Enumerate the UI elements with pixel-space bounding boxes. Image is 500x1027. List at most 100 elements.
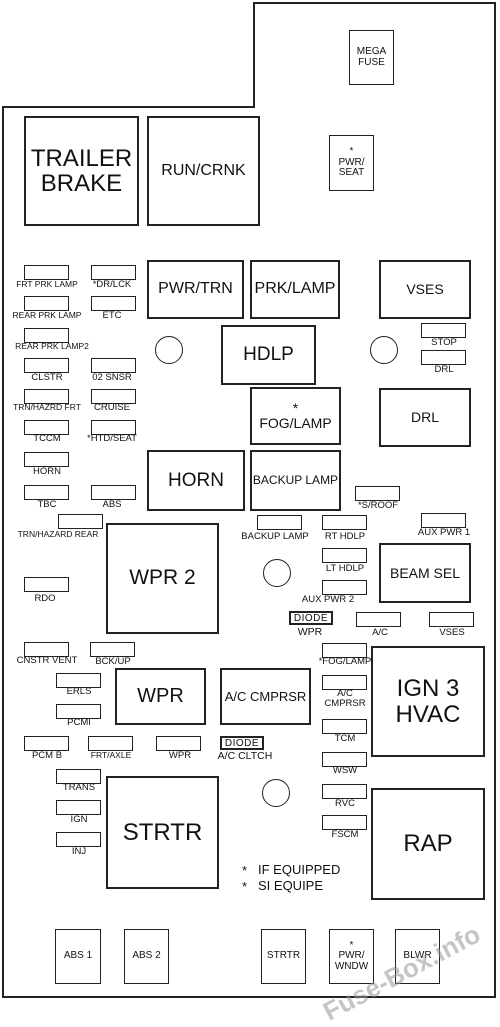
relay-ign3-hvac[interactable]: IGN 3 HVAC [371,646,485,757]
mini-fuse[interactable] [322,784,367,799]
mini-fuse-label: INJ [71,846,87,857]
mini-fuse[interactable] [91,265,136,280]
mini-fuse-label: *S/ROOF [357,500,399,511]
mini-fuse-label: TBC [37,499,57,510]
mini-fuse[interactable] [24,577,69,592]
maxi-fuse-mega-fuse[interactable]: MEGA FUSE [349,30,394,85]
maxi-fuse-abs2[interactable]: ABS 2 [124,929,169,984]
legend-asterisk-icon: * [242,863,248,878]
relay-fog-lamp[interactable]: * FOG/LAMP [250,387,341,445]
mini-fuse-label: A/C CMPRSR [324,688,366,709]
mini-fuse[interactable] [322,815,367,830]
mini-fuse[interactable] [91,296,136,311]
mini-fuse[interactable] [24,296,69,311]
relay-backup-lamp[interactable]: BACKUP LAMP [250,450,341,511]
mini-fuse-label: CNSTR VENT [16,655,78,666]
mini-fuse-label: IGN [70,814,88,825]
relay-pwr-trn[interactable]: PWR/TRN [147,260,244,319]
mini-fuse[interactable] [91,485,136,500]
maxi-fuse-abs1[interactable]: ABS 1 [55,929,101,984]
mini-fuse-label: FRT/AXLE [90,750,132,760]
mini-fuse[interactable] [58,514,103,529]
mini-fuse[interactable] [322,548,367,563]
mini-fuse-label: BCK/UP [95,656,131,667]
relay-hdlp[interactable]: HDLP [221,325,316,385]
legend-asterisk-icon: * [242,879,248,894]
relay-vses[interactable]: VSES [379,260,471,319]
mini-fuse-label: TCCM [33,433,61,444]
mini-fuse[interactable] [24,736,69,751]
mini-fuse-label: TRN/HAZRD FRT [13,402,81,412]
mini-fuse-label: WSW [332,765,358,776]
relay-ac-cmprsr[interactable]: A/C CMPRSR [220,668,311,725]
mini-fuse-label: ETC [102,310,122,321]
mini-fuse-label: DRL [434,364,454,375]
mounting-hole-icon [155,336,183,364]
mini-fuse[interactable] [88,736,133,751]
mini-fuse-label: BACKUP LAMP [241,531,309,542]
mini-fuse[interactable] [24,358,69,373]
mini-fuse-label: *DR/LCK [92,279,132,290]
mini-fuse[interactable] [355,486,400,501]
legend-note: IF EQUIPPED [258,862,341,877]
diode-caption: A/C CLTCH [217,750,273,762]
mini-fuse[interactable] [156,736,201,751]
legend-note: SI EQUIPE [258,878,324,893]
mini-fuse[interactable] [356,612,401,627]
mini-fuse[interactable] [421,350,466,365]
mini-fuse-label: AUX PWR 2 [301,594,355,605]
relay-trailer-brake[interactable]: TRAILER BRAKE [24,116,139,226]
mini-fuse-label: WPR [168,750,192,761]
mini-fuse-label: PCMI [67,717,91,728]
relay-run-crnk[interactable]: RUN/CRNK [147,116,260,226]
relay-wpr2[interactable]: WPR 2 [106,523,219,634]
relay-strtr[interactable]: STRTR [106,776,219,889]
relay-drl[interactable]: DRL [379,388,471,447]
diode-ac-cltch[interactable]: DIODE [220,736,264,750]
relay-wpr[interactable]: WPR [115,668,206,725]
mini-fuse-label: RDO [34,593,56,604]
mini-fuse-label: LT HDLP [325,563,365,574]
mini-fuse[interactable] [56,832,101,847]
mini-fuse[interactable] [24,265,69,280]
mini-fuse-label: *FOG/LAMP [318,656,372,667]
maxi-fuse-strtr-fuse[interactable]: STRTR [261,929,306,984]
mini-fuse-label: RVC [335,798,355,809]
mounting-hole-icon [263,559,291,587]
mounting-hole-icon [262,779,290,807]
mini-fuse[interactable] [257,515,302,530]
mini-fuse-label: *HTD/SEAT [87,433,137,444]
mini-fuse[interactable] [24,485,69,500]
mini-fuse-label: REAR PRK LAMP2 [15,341,89,351]
mini-fuse-label: VSES [439,627,465,638]
mini-fuse-label: CLSTR [31,372,63,383]
relay-rap[interactable]: RAP [371,788,485,900]
mini-fuse-label: HORN [33,466,61,477]
mini-fuse-label: 02 SNSR [92,372,132,383]
diode-wpr[interactable]: DIODE [289,611,333,625]
mini-fuse[interactable] [56,800,101,815]
relay-prk-lamp[interactable]: PRK/LAMP [250,260,340,319]
mini-fuse-label: FSCM [331,829,359,840]
mini-fuse-label: PCM B [31,750,63,761]
mini-fuse[interactable] [421,323,466,338]
mini-fuse[interactable] [322,719,367,734]
mini-fuse-label: ERLS [66,686,92,697]
relay-horn[interactable]: HORN [147,450,245,511]
relay-beam-sel[interactable]: BEAM SEL [379,543,471,603]
mini-fuse[interactable] [322,515,367,530]
mini-fuse[interactable] [24,452,69,467]
mounting-hole-icon [370,336,398,364]
mini-fuse-label: REAR PRK LAMP [12,310,82,320]
mini-fuse[interactable] [90,642,135,657]
mini-fuse[interactable] [91,358,136,373]
mini-fuse[interactable] [322,580,367,595]
mini-fuse-label: AUX PWR 1 [417,527,471,538]
maxi-fuse-pwr-seat[interactable]: * PWR/SEAT [329,135,374,191]
mini-fuse-label: TRANS [62,782,96,793]
mini-fuse-label: TRN/HAZARD REAR [17,529,99,539]
mini-fuse-label: STOP [431,337,457,348]
mini-fuse[interactable] [421,513,466,528]
mini-fuse[interactable] [429,612,474,627]
mini-fuse-label: ABS [102,499,122,510]
